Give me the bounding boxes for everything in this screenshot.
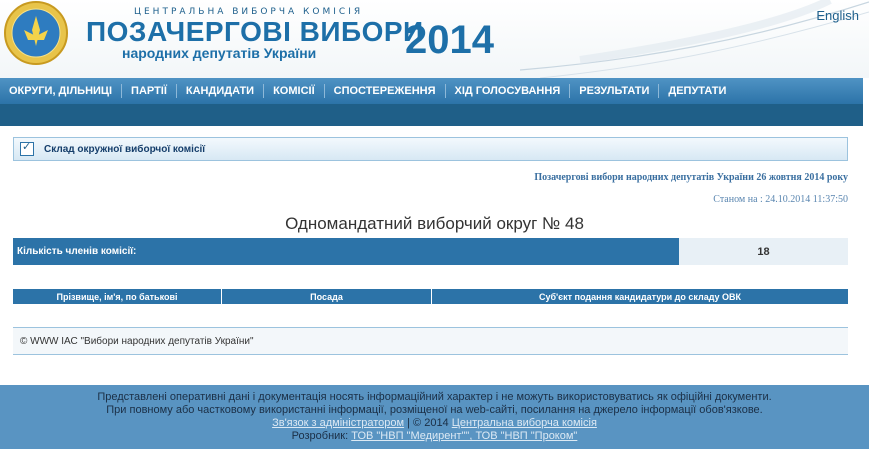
- nav-item-observation[interactable]: СПОСТЕРЕЖЕННЯ: [325, 84, 446, 98]
- copyright-notice: © WWW ІАС "Вибори народних депутатів Укр…: [13, 327, 848, 355]
- main-nav: ОКРУГИ, ДІЛЬНИЦІ ПАРТІЇ КАНДИДАТИ КОМІСІ…: [0, 78, 863, 104]
- header-subtitle: народних депутатів України: [122, 45, 317, 61]
- header-year: 2014: [405, 18, 494, 62]
- members-count-row: Кількість членів комісії: 18: [13, 238, 848, 265]
- cec-link[interactable]: Центральна виборча комісія: [452, 417, 597, 429]
- header-title: ПОЗАЧЕРГОВІ ВИБОРИ: [86, 16, 424, 47]
- developer-link[interactable]: ТОВ "НВП "Медирент"", ТОВ "НВП "Проком": [351, 430, 577, 442]
- footer-developer-line: Розробник: ТОВ "НВП "Медирент"", ТОВ "НВ…: [0, 430, 869, 443]
- column-header-position[interactable]: Посада: [222, 289, 432, 304]
- nav-item-parties[interactable]: ПАРТІЇ: [122, 84, 177, 98]
- nav-item-deputies[interactable]: ДЕПУТАТИ: [659, 84, 735, 98]
- column-header-name[interactable]: Прізвище, ім'я, по батькові: [13, 289, 222, 304]
- members-count-value: 18: [679, 238, 848, 265]
- developer-label: Розробник:: [291, 430, 352, 442]
- column-header-nominator[interactable]: Суб'єкт подання кандидатури до складу ОВ…: [432, 289, 848, 304]
- english-link[interactable]: English: [816, 8, 859, 23]
- footer-links-line: Зв'язок з адміністратором | © 2014 Центр…: [0, 417, 869, 430]
- footer-copyright: | © 2014: [404, 417, 452, 429]
- nav-item-districts[interactable]: ОКРУГИ, ДІЛЬНИЦІ: [0, 84, 123, 98]
- nav-item-results[interactable]: РЕЗУЛЬТАТИ: [570, 84, 660, 98]
- election-info: Позачергові вибори народних депутатів Ук…: [534, 172, 848, 183]
- footer-disclaimer-1: Представлені оперативні дані і документа…: [97, 391, 772, 403]
- nav-item-commissions[interactable]: КОМІСІЇ: [264, 84, 325, 98]
- panel-title: Склад окружної виборчої комісії: [44, 143, 206, 155]
- site-header: ЦЕНТРАЛЬНА ВИБОРЧА КОМІСІЯ ПОЗАЧЕРГОВІ В…: [0, 0, 869, 78]
- panel-header: Склад окружної виборчої комісії: [13, 137, 848, 161]
- nav-item-candidates[interactable]: КАНДИДАТИ: [177, 84, 265, 98]
- table-header: Прізвище, ім'я, по батькові Посада Суб'є…: [13, 289, 848, 304]
- checkbox-icon: [20, 140, 34, 156]
- contact-admin-link[interactable]: Зв'язок з адміністратором: [272, 417, 404, 429]
- sub-nav-bar: [0, 104, 863, 126]
- cec-emblem-icon[interactable]: [2, 0, 70, 70]
- members-count-label: Кількість членів комісії:: [13, 238, 679, 265]
- footer-disclaimer-2: При повному або частковому використанні …: [106, 404, 763, 416]
- status-timestamp: Станом на : 24.10.2014 11:37:50: [713, 194, 848, 205]
- district-title: Одномандатний виборчий округ № 48: [285, 214, 584, 233]
- nav-item-voting-progress[interactable]: ХІД ГОЛОСУВАННЯ: [446, 84, 571, 98]
- site-footer: Представлені оперативні дані і документа…: [0, 385, 869, 449]
